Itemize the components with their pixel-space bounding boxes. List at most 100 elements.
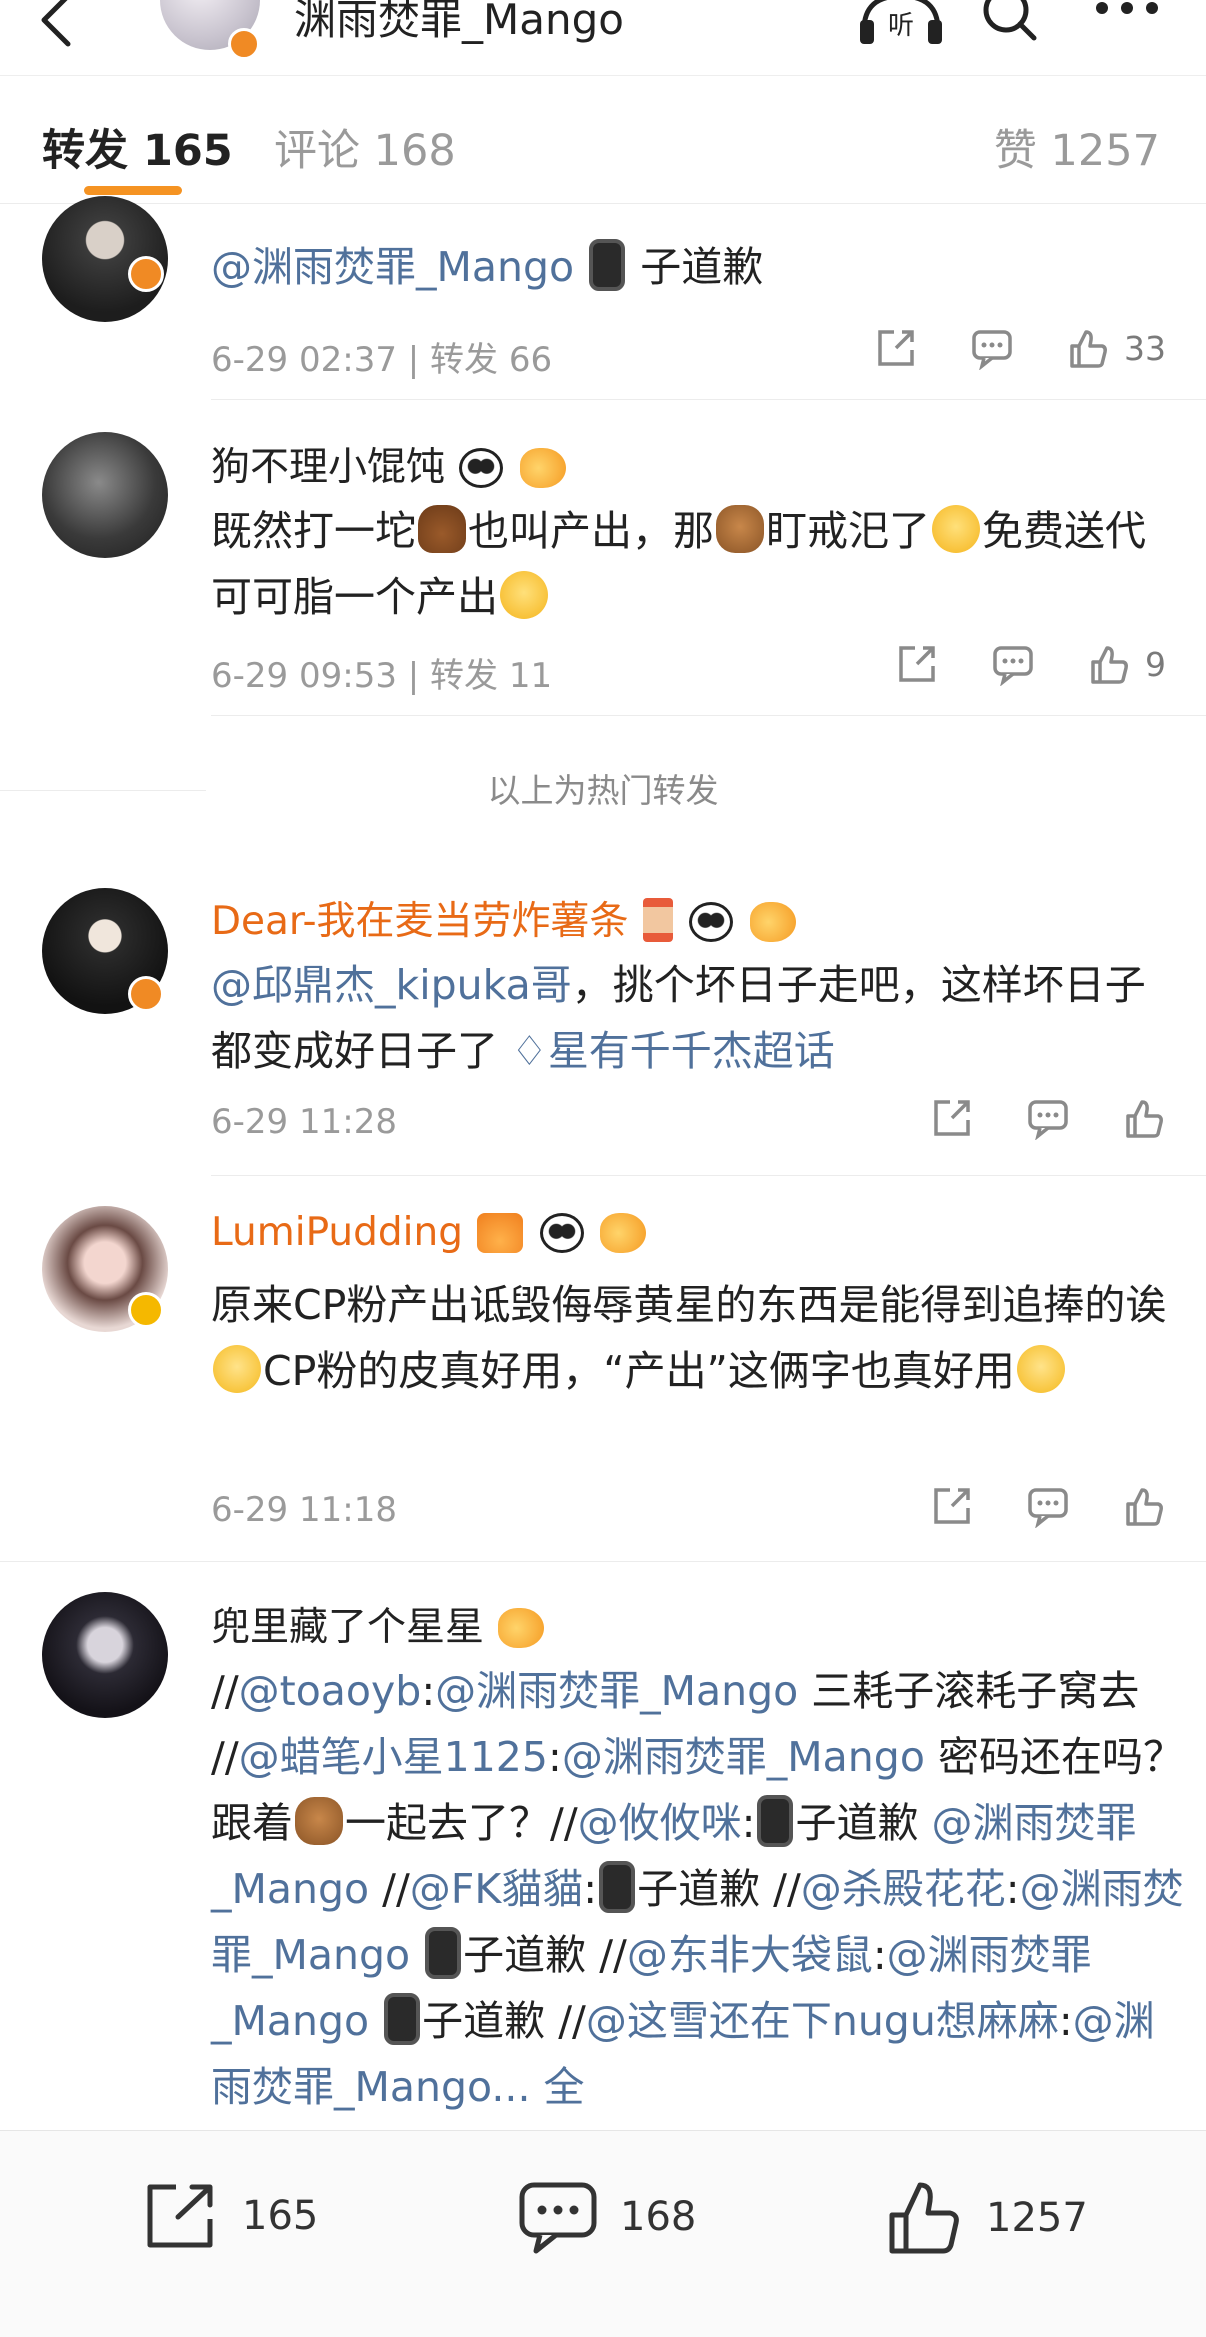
tab-like[interactable]: 赞 1257 (994, 116, 1160, 178)
search-icon[interactable] (980, 0, 1040, 50)
share-button[interactable] (930, 1484, 974, 1528)
topic-link[interactable]: ♢星有千千杰超话 (511, 1027, 835, 1075)
share-icon (934, 1100, 970, 1136)
post-meta: 6-29 11:28 (211, 1102, 397, 1142)
back-button[interactable] (30, 0, 80, 48)
share-icon (934, 1488, 970, 1524)
post-meta: 6-29 02:37 | 转发 66 (211, 340, 553, 380)
mention-link[interactable]: @东非大袋鼠 (627, 1931, 873, 1979)
comment-button[interactable] (991, 642, 1035, 686)
horse-emoji-icon (716, 505, 764, 553)
mention-link[interactable]: @这雪还在下nugu想麻麻 (586, 1997, 1059, 2045)
tab-repost[interactable]: 转发 165 (42, 116, 233, 178)
pray-emoji-icon (1016, 1345, 1065, 1393)
bottom-repost-button[interactable]: 165 (142, 2179, 318, 2253)
share-button[interactable] (895, 642, 939, 686)
repost-item[interactable]: 狗不理小馄饨 既然打一坨 也叫产出，那 盯戒汜了 免费送代可可脂一个产出 6-29 0… (0, 400, 1206, 716)
thumbs-up-icon (1126, 1488, 1163, 1526)
comment-icon (972, 330, 1012, 370)
verified-badge-icon (128, 976, 164, 1012)
thumbs-up-icon (1091, 646, 1128, 684)
like-button[interactable]: 9 (1087, 642, 1166, 686)
hot-reposts-label: 以上为热门转发 (487, 771, 719, 810)
mention-link[interactable]: @蜡笔小星1125 (239, 1733, 548, 1781)
like-button[interactable] (1122, 1484, 1166, 1528)
panda-badge-icon (539, 1213, 584, 1253)
verified-badge-icon (128, 256, 164, 292)
share-icon (878, 330, 914, 366)
comment-icon (1028, 1100, 1068, 1140)
comment-icon (993, 646, 1033, 686)
post-meta: 6-29 09:53 | 转发 11 (211, 656, 553, 696)
fish-badge-icon (749, 902, 796, 942)
mention-link[interactable]: @渊雨焚罪_Mango (435, 1667, 798, 1715)
headphones-icon[interactable]: 听 (858, 0, 944, 50)
watch-emoji-icon (384, 1993, 421, 2045)
bottom-comment-button[interactable]: 168 (518, 2179, 696, 2255)
user-avatar[interactable] (42, 432, 168, 558)
mention-link[interactable]: @FK貓貓 (410, 1865, 583, 1913)
comment-icon (519, 2182, 597, 2254)
share-button[interactable] (874, 326, 918, 370)
thumbs-up-icon (1126, 1100, 1163, 1138)
repost-text: 既然打一坨 也叫产出，那 盯戒汜了 免费送代可可脂一个产出 (211, 505, 1146, 621)
mention-link[interactable]: @杀殿花花 (801, 1865, 1006, 1913)
comment-button[interactable] (1026, 1484, 1070, 1528)
smile-emoji-icon (500, 571, 548, 619)
repost-item[interactable]: @渊雨焚罪_Mango 子道歉 6-29 02:37 | 转发 66 33 (0, 196, 1206, 400)
repost-item[interactable]: LumiPudding 原来CP粉产出诋毁侮辱黄星的东西是能得到追捧的诶CP粉的… (0, 1176, 1206, 1562)
horse-emoji-icon (295, 1797, 343, 1845)
repost-item[interactable]: Dear-我在麦当劳炸薯条 @邱鼎杰_kipuka哥，挑个坏日子走吧，这样坏日子… (0, 866, 1206, 1176)
repost-text: 原来CP粉产出诋毁侮辱黄星的东西是能得到追捧的诶CP粉的皮真好用，“产出”这俩字… (211, 1281, 1167, 1395)
watch-emoji-icon (599, 1861, 636, 1913)
share-icon (899, 646, 935, 682)
hourglass-badge-icon (642, 898, 673, 942)
repost-item[interactable]: 兜里藏了个星星 //@toaoyb:@渊雨焚罪_Mango 三耗子滚耗子窝去 /… (0, 1562, 1206, 2130)
panda-badge-icon (689, 902, 734, 942)
comment-button[interactable] (1026, 1096, 1070, 1140)
like-button[interactable]: 33 (1066, 326, 1166, 370)
mention-link[interactable]: @邱鼎杰_kipuka哥 (211, 961, 572, 1009)
post-actions (878, 1484, 1166, 1528)
mention-link[interactable]: @渊雨焚罪_Mango (211, 243, 574, 291)
like-button[interactable] (1122, 1096, 1166, 1140)
post-actions: 33 (822, 326, 1166, 370)
watch-emoji-icon (757, 1795, 794, 1847)
diamond-icon: ♢ (511, 1027, 548, 1075)
user-name[interactable]: 兜里藏了个星星 (211, 1596, 546, 1652)
bottom-like-button[interactable]: 1257 (886, 2179, 1088, 2257)
thumbs-up-icon (1070, 330, 1107, 368)
smile-emoji-icon (932, 505, 980, 553)
watch-emoji-icon (425, 1927, 462, 1979)
fish-badge-icon (519, 448, 566, 488)
user-name[interactable]: 狗不理小馄饨 (211, 436, 568, 492)
panda-badge-icon (459, 448, 504, 488)
mention-link[interactable]: @toaoyb (239, 1667, 422, 1715)
repost-text: //@toaoyb:@渊雨焚罪_Mango 三耗子滚耗子窝去 //@蜡笔小星11… (211, 1667, 1184, 2111)
repost-text: @渊雨焚罪_Mango 子道歉 (211, 234, 1171, 300)
verified-badge-icon (228, 28, 260, 60)
mention-link[interactable]: @渊雨焚罪_Mango (562, 1733, 925, 1781)
watch-emoji-icon (589, 239, 626, 291)
share-button[interactable] (930, 1096, 974, 1140)
user-avatar[interactable] (42, 1592, 168, 1718)
crown-badge-icon (477, 1213, 524, 1253)
comment-icon (1028, 1488, 1068, 1528)
more-icon[interactable] (1094, 0, 1160, 24)
repost-text: @邱鼎杰_kipuka哥，挑个坏日子走吧，这样坏日子都变成好日子了 ♢星有千千杰… (211, 961, 1146, 1075)
tab-comment[interactable]: 评论 168 (274, 116, 456, 178)
mention-link[interactable]: @攸攸咪 (578, 1799, 742, 1847)
expand-full-link[interactable]: 全 (530, 2063, 585, 2111)
tab-bar: 转发 165 评论 168 赞 1257 (0, 76, 1206, 204)
thumbs-up-icon (889, 2182, 959, 2254)
user-name[interactable]: LumiPudding (211, 1210, 648, 1255)
post-actions: 9 (843, 642, 1166, 686)
fish-badge-icon (498, 1608, 545, 1648)
top-bar: 渊雨焚罪_Mango 听 (0, 0, 1206, 76)
divider (211, 715, 1206, 716)
user-name[interactable]: Dear-我在麦当劳炸薯条 (211, 890, 798, 946)
pray-emoji-icon (213, 1345, 261, 1393)
page-title[interactable]: 渊雨焚罪_Mango (294, 0, 624, 47)
post-actions (878, 1096, 1166, 1140)
comment-button[interactable] (970, 326, 1014, 370)
